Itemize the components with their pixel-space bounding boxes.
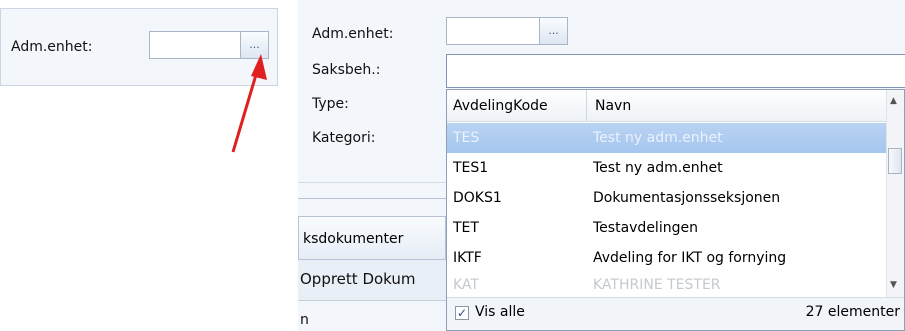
row-name: Avdeling for IKT og fornying (593, 250, 787, 266)
column-header-avdelingkode[interactable]: AvdelingKode (447, 90, 587, 122)
row-name: Test ny adm.enhet (593, 160, 723, 176)
toolbar-strip: Opprett Dokum (298, 260, 446, 301)
adm-enhet-browse-button[interactable]: ... (539, 17, 568, 45)
item-count: 27 elementer (805, 304, 900, 320)
row-name: Test ny adm.enhet (593, 130, 723, 146)
row-name: KATHRINE TESTER (593, 277, 721, 293)
row-code: DOKS1 (453, 190, 502, 206)
scrollbar-thumb[interactable] (888, 148, 902, 174)
list-item[interactable]: TES1 Test ny adm.enhet (447, 153, 887, 183)
row-name: Testavdelingen (593, 220, 698, 236)
scroll-up-icon[interactable]: ▲ (890, 96, 897, 106)
list-item[interactable]: KAT KATHRINE TESTER (447, 273, 887, 299)
list-item[interactable]: IKTF Avdeling for IKT og fornying (447, 243, 887, 273)
row-name: Dokumentasjonsseksjonen (593, 190, 781, 206)
list-item[interactable]: DOKS1 Dokumentasjonsseksjonen (447, 183, 887, 213)
kategori-label: Kategori: (312, 130, 376, 146)
divider (298, 182, 448, 183)
list-item[interactable]: TET Testavdelingen (447, 213, 887, 243)
red-arrow-annotation (231, 54, 267, 153)
tab-saksdokumenter[interactable]: ksdokumenter (298, 216, 446, 260)
bottom-tab-label: n (300, 312, 309, 328)
column-header-navn[interactable]: Navn (587, 90, 889, 122)
adm-enhet-label: Adm.enhet: (11, 39, 93, 55)
adm-enhet-dropdown-list[interactable]: AvdelingKode Navn TES Test ny adm.enhet … (446, 89, 905, 331)
list-footer: ✓ Vis alle 27 elementer (447, 297, 904, 330)
opprett-dokument-button[interactable]: Opprett Dokum (300, 270, 416, 288)
adm-enhet-input[interactable] (446, 17, 540, 45)
vis-alle-checkbox[interactable]: ✓ (455, 306, 469, 320)
divider (298, 198, 448, 199)
row-code: IKTF (453, 250, 482, 266)
row-code: TES1 (453, 160, 489, 176)
list-item[interactable]: TES Test ny adm.enhet (447, 123, 887, 153)
row-code: TET (453, 220, 479, 236)
list-scrollbar[interactable]: ▲ ▼ (886, 90, 904, 298)
scroll-down-icon[interactable]: ▼ (890, 280, 897, 290)
type-label: Type: (312, 96, 349, 112)
adm-enhet-label: Adm.enhet: (312, 26, 394, 42)
row-code: TES (453, 130, 480, 146)
saksbeh-input[interactable] (446, 54, 905, 88)
vis-alle-label: Vis alle (475, 304, 525, 320)
row-code: KAT (453, 277, 479, 293)
saksbeh-label: Saksbeh.: (312, 62, 381, 78)
right-form-panel: Adm.enhet: ... Saksbeh.: Type: Kategori:… (298, 0, 905, 331)
